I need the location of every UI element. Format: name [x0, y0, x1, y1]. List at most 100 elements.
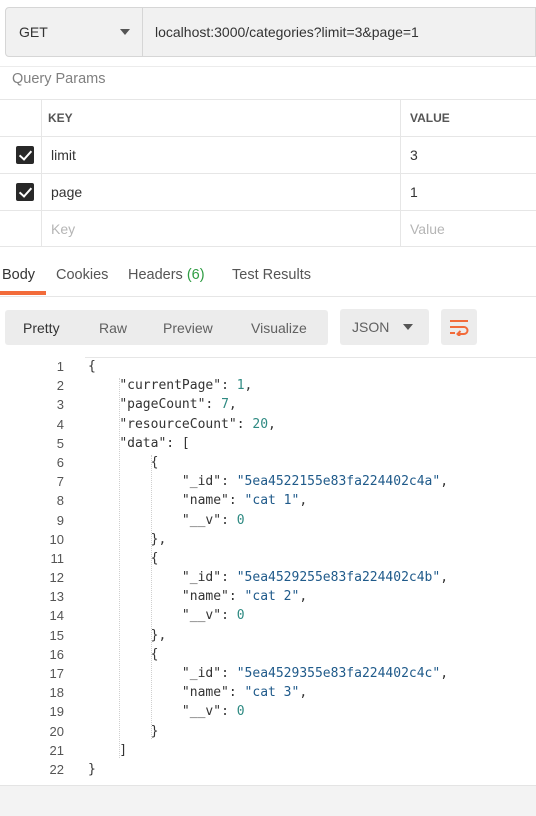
- code-text: "__v": 0: [181, 704, 245, 720]
- code-line: 3 "pageCount": 7,: [0, 395, 536, 414]
- line-number: 22: [49, 761, 64, 777]
- format-select[interactable]: JSON: [340, 309, 429, 345]
- line-number: 21: [49, 742, 64, 758]
- line-number: 16: [49, 646, 64, 662]
- line-number: 2: [56, 378, 64, 394]
- code-text: "pageCount": 7,: [119, 397, 237, 413]
- headers-count-badge: (6): [186, 267, 205, 283]
- tab-headers-label: Headers: [128, 267, 183, 283]
- params-table: KEY VALUE limit 3 page 1 Key Value: [0, 99, 536, 247]
- code-line: 13 "name": "cat 2",: [0, 587, 536, 606]
- method-label: GET: [19, 24, 48, 40]
- line-number: 19: [49, 704, 64, 720]
- code-line: 8 "name": "cat 1",: [0, 491, 536, 510]
- line-number: 10: [49, 531, 64, 547]
- line-number: 8: [56, 493, 64, 509]
- pretty-button[interactable]: Pretty: [23, 310, 60, 345]
- checkbox-checked-icon[interactable]: [16, 183, 34, 201]
- code-line: 22}: [0, 760, 536, 779]
- code-text: ]: [88, 742, 128, 758]
- value-placeholder[interactable]: Value: [400, 211, 536, 246]
- format-label: JSON: [352, 319, 390, 335]
- code-line: 16 {: [0, 645, 536, 664]
- tab-headers[interactable]: Headers (6): [128, 267, 205, 283]
- preview-button[interactable]: Preview: [163, 310, 213, 345]
- code-line: 6 {: [0, 453, 536, 472]
- code-line: 5 "data": [: [0, 434, 536, 453]
- code-line: 20 }: [0, 722, 536, 741]
- code-line: 10 },: [0, 530, 536, 549]
- key-column-header: KEY: [48, 111, 73, 125]
- code-text: {: [88, 646, 159, 662]
- divider: [0, 66, 536, 67]
- checkbox-cell: [0, 174, 42, 210]
- code-line: 18 "name": "cat 3",: [0, 683, 536, 702]
- code-text: "resourceCount": 20,: [119, 416, 276, 432]
- params-header-row: KEY VALUE: [0, 99, 536, 136]
- code-text: }: [88, 761, 96, 777]
- code-line: 9 "__v": 0: [0, 511, 536, 530]
- url-input[interactable]: localhost:3000/categories?limit=3&page=1: [143, 7, 536, 57]
- code-text: },: [88, 531, 167, 547]
- line-number: 13: [49, 589, 64, 605]
- code-text: "data": [: [119, 435, 190, 451]
- line-number: 6: [56, 454, 64, 470]
- param-key[interactable]: page: [51, 174, 82, 210]
- checkbox-cell: [0, 137, 42, 173]
- header-checkbox-cell: [0, 100, 42, 136]
- visualize-button[interactable]: Visualize: [251, 310, 307, 345]
- code-text: },: [88, 627, 167, 643]
- tab-body[interactable]: Body: [2, 267, 35, 283]
- code-line: 11 {: [0, 549, 536, 568]
- code-line: 14 "__v": 0: [0, 606, 536, 625]
- line-number: 14: [49, 608, 64, 624]
- active-tab-indicator: [0, 291, 46, 295]
- param-row: limit 3: [0, 136, 536, 173]
- wrap-lines-button[interactable]: [441, 309, 477, 345]
- code-line: 21 ]: [0, 741, 536, 760]
- code-line: 1{: [0, 357, 536, 376]
- response-tabs: Body Cookies Headers (6) Test Results: [0, 265, 536, 297]
- indent-guide: [119, 378, 121, 759]
- code-text: {: [88, 454, 159, 470]
- view-mode-group: Pretty Raw Preview Visualize: [5, 310, 328, 345]
- code-text: "__v": 0: [181, 608, 245, 624]
- param-value[interactable]: 1: [400, 174, 536, 210]
- response-body-editor[interactable]: 1{2 "currentPage": 1, 3 "pageCount": 7, 4 …: [0, 357, 536, 779]
- code-line: 4 "resourceCount": 20,: [0, 415, 536, 434]
- line-number: 1: [56, 359, 64, 374]
- request-bar: GET localhost:3000/categories?limit=3&pa…: [5, 7, 536, 59]
- param-row-empty: Key Value: [0, 210, 536, 247]
- code-line: 12 "_id": "5ea4529255e83fa224402c4b",: [0, 568, 536, 587]
- code-text: "_id": "5ea4522155e83fa224402c4a",: [181, 474, 449, 490]
- line-number: 4: [56, 416, 64, 432]
- line-number: 5: [56, 435, 64, 451]
- code-line: 2 "currentPage": 1,: [0, 376, 536, 395]
- param-row: page 1: [0, 173, 536, 210]
- wrap-lines-icon: [450, 320, 469, 336]
- chevron-down-icon: [403, 324, 413, 330]
- line-number: 9: [56, 512, 64, 528]
- key-placeholder[interactable]: Key: [51, 211, 75, 246]
- code-line: 7 "_id": "5ea4522155e83fa224402c4a",: [0, 472, 536, 491]
- checkbox-checked-icon[interactable]: [16, 146, 34, 164]
- line-number: 18: [49, 685, 64, 701]
- indent-guide: [151, 455, 153, 739]
- code-text: {: [88, 359, 96, 374]
- tab-cookies[interactable]: Cookies: [56, 267, 108, 283]
- param-value[interactable]: 3: [400, 137, 536, 173]
- code-text: {: [88, 550, 159, 566]
- raw-button[interactable]: Raw: [99, 310, 127, 345]
- code-text: "_id": "5ea4529255e83fa224402c4b",: [181, 570, 449, 586]
- query-params-title: Query Params: [12, 71, 106, 87]
- tab-test-results[interactable]: Test Results: [232, 267, 311, 283]
- method-select[interactable]: GET: [5, 7, 143, 57]
- line-number: 17: [49, 666, 64, 681]
- code-text: "_id": "5ea4529355e83fa224402c4c",: [181, 666, 449, 681]
- line-number: 12: [49, 570, 64, 586]
- param-key[interactable]: limit: [51, 137, 76, 173]
- line-number: 3: [56, 397, 64, 413]
- value-column-header: VALUE: [400, 100, 536, 136]
- chevron-down-icon: [120, 29, 130, 35]
- line-number: 20: [49, 723, 64, 739]
